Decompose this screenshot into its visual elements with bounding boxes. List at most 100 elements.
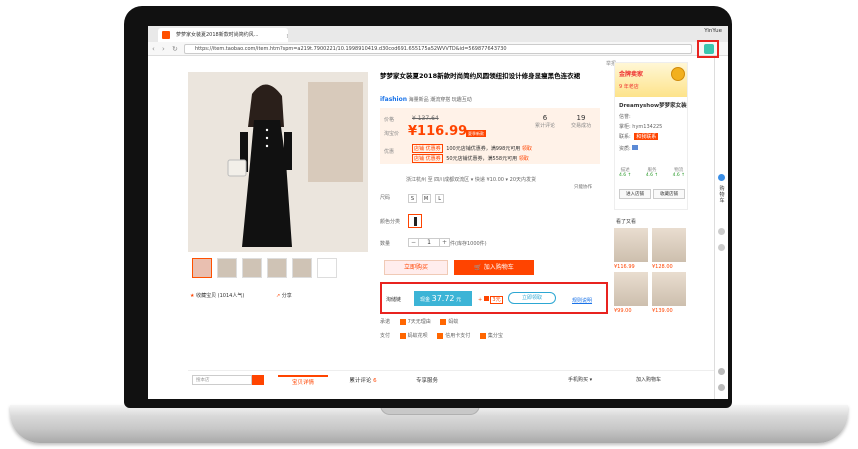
color-label: 颜色分类 [380, 219, 401, 225]
right-toolbar: 购物车 [714, 58, 728, 399]
browser-tab[interactable]: 萝萝家女装夏2018新款时尚简约风... × [158, 28, 288, 42]
reload-icon[interactable]: ↻ [172, 44, 178, 54]
contact-label: 联系: [619, 134, 631, 140]
quantity-increase-button[interactable]: + [440, 239, 449, 246]
favorite-icon[interactable] [718, 228, 725, 235]
sale-price: ¥116.99 [408, 124, 468, 139]
rules-link[interactable]: 规则说明 [572, 297, 592, 304]
recommended-item[interactable]: ¥99.00 [614, 272, 648, 314]
shop-scores: 描述 4.6 ↑ 服务 4.6 ↑ 物流 4.6 ↑ [619, 167, 685, 178]
thumbnail[interactable] [267, 258, 287, 278]
gift-icon [483, 296, 489, 301]
product-title: 梦梦家女装夏2018新款时尚简约风圆领纽扣设计修身显瘦黑色连衣裙 [380, 72, 581, 80]
enter-shop-button[interactable]: 进入店铺 [619, 189, 651, 199]
shop-search-input[interactable]: 搜本店 [192, 375, 252, 385]
size-option-m[interactable]: M [421, 194, 431, 203]
qualification-label: 资质: [619, 146, 631, 152]
coupon-get-link[interactable]: 领取 [522, 146, 532, 152]
url-input[interactable]: https://item.taobao.com/item.htm?spm=a21… [184, 44, 692, 54]
payment-item: 信用卡支付 [445, 333, 471, 339]
profile-name[interactable]: YinYue [704, 28, 722, 34]
price-label: 价格 [384, 117, 395, 123]
shop-card: 金牌卖家 9 年老店 Dreamyshow梦梦家女装 信誉: 掌柜: hym13… [614, 62, 688, 210]
review-count-value: 6 [542, 114, 548, 122]
tabbar-add-cart[interactable]: 加入购物车 [636, 376, 661, 383]
shop-name[interactable]: Dreamyshow梦梦家女装 [619, 101, 687, 109]
close-icon[interactable]: × [286, 30, 288, 42]
quantity-input[interactable]: 1 [418, 239, 440, 246]
taobao-favicon-icon [162, 31, 170, 39]
sales-count-label: 交易成功 [570, 123, 591, 129]
product-main-image[interactable] [188, 72, 368, 252]
coupon-row: 店铺 优惠券 50元店铺优惠券，满558元可用 领取 [412, 154, 529, 163]
thumbnail[interactable] [217, 258, 237, 278]
commitment-item: 7天无理由 [407, 319, 431, 325]
cashback-badge: 现金 [420, 297, 431, 303]
payment-item: 蚂蚁花呗 [407, 333, 428, 339]
cashback-plus: + [478, 297, 483, 303]
thumbnail[interactable] [292, 258, 312, 278]
tab-item-detail[interactable]: 宝贝详情 [278, 375, 328, 387]
size-option-l[interactable]: L [435, 194, 445, 203]
watched-title: 看了又看 [616, 219, 637, 225]
favorite-label: 收藏宝贝 (1014人气) [196, 293, 245, 299]
coupon-text: 100元店铺优惠券，满998元可用 [446, 146, 521, 152]
address-bar: ‹ › ↻ https://item.taobao.com/item.htm?s… [148, 42, 728, 56]
recommended-item[interactable]: ¥128.00 [652, 228, 686, 270]
sidebar-cart[interactable]: 购物车 [718, 186, 726, 204]
tab-reviews[interactable]: 累计评论 6 [338, 375, 388, 387]
coupon-label: 优惠 [384, 149, 395, 155]
shop-qualification: 资质: [619, 145, 639, 152]
add-to-cart-button[interactable]: 🛒 加入购物车 [454, 260, 534, 275]
shop-contact: 联系: 和我联系 [619, 133, 659, 140]
quantity-decrease-button[interactable]: − [409, 239, 418, 246]
thumbnail-strip [192, 258, 337, 278]
search-icon[interactable] [252, 375, 264, 385]
coupon-get-link[interactable]: 领取 [519, 156, 529, 162]
edit-icon[interactable] [718, 368, 725, 375]
back-to-top-icon[interactable] [718, 384, 725, 391]
tab-service[interactable]: 专享服务 [402, 375, 452, 387]
price-box: 价格 ¥ 137.64 淘宝价 ¥116.99 夏季新款 6 累计评论 19 交… [380, 108, 600, 164]
buy-now-button[interactable]: 立即购买 [384, 260, 448, 275]
cashback-amount-badge: 现金 37.72 元 [414, 291, 472, 306]
recommended-item[interactable]: ¥116.99 [614, 228, 648, 270]
coupon-tag: 店铺 优惠券 [412, 154, 443, 163]
claim-now-button[interactable]: 立即领取 [508, 292, 556, 304]
shipping-info[interactable]: 浙江杭州 至 四川成都双流区 ▾ 快递 ¥10.00 ▾ 20天内发货 [406, 176, 536, 183]
shop-rank-label: 信誉: [619, 114, 631, 120]
favorite-item-button[interactable]: ★ 收藏宝贝 (1014人气) [190, 292, 244, 299]
coupon-row: 店铺 优惠券 100元店铺优惠券，满998元可用 领取 [412, 144, 532, 153]
history-icon[interactable] [718, 244, 725, 251]
color-swatch-black[interactable] [408, 214, 422, 228]
commitment-label: 承诺 [380, 319, 391, 325]
notification-icon[interactable] [718, 174, 725, 181]
seven-day-icon [399, 318, 406, 325]
share-button[interactable]: ↗ 分享 [276, 292, 292, 299]
review-count-label: 累计评论 [534, 123, 555, 129]
thumbnail[interactable] [317, 258, 337, 278]
review-count[interactable]: 6 累计评论 [530, 114, 560, 129]
commitment-row: 承诺 7天无理由 蚂蚁 [380, 318, 458, 325]
recommended-item[interactable]: ¥139.00 [652, 272, 686, 314]
shop-header: 金牌卖家 9 年老店 [615, 63, 687, 97]
star-icon: ★ [190, 293, 195, 299]
thumbnail[interactable] [242, 258, 262, 278]
cart-icon: 🛒 [474, 264, 482, 271]
huabei-icon [399, 332, 406, 339]
sales-count: 19 交易成功 [566, 114, 596, 129]
mobile-buy-link[interactable]: 手机购买 ▾ [568, 376, 592, 383]
payment-label: 支付 [380, 333, 391, 339]
size-option-s[interactable]: S [408, 194, 417, 203]
quantity-stepper: − 1 + [408, 238, 450, 247]
contact-seller-button[interactable]: 和我联系 [634, 133, 659, 140]
favorite-shop-button[interactable]: 收藏店铺 [653, 189, 685, 199]
add-to-cart-label: 加入购物车 [483, 264, 514, 271]
back-icon[interactable]: ‹ [152, 44, 155, 54]
score-service: 服务 4.6 ↑ [645, 168, 659, 178]
forward-icon[interactable]: › [162, 44, 165, 54]
thumbnail-video[interactable] [192, 258, 212, 278]
tab-reviews-label: 累计评论 [349, 378, 372, 384]
shop-owner: 掌柜: hym134225 [619, 123, 662, 130]
cashback-label: 淘储链 [386, 297, 402, 303]
